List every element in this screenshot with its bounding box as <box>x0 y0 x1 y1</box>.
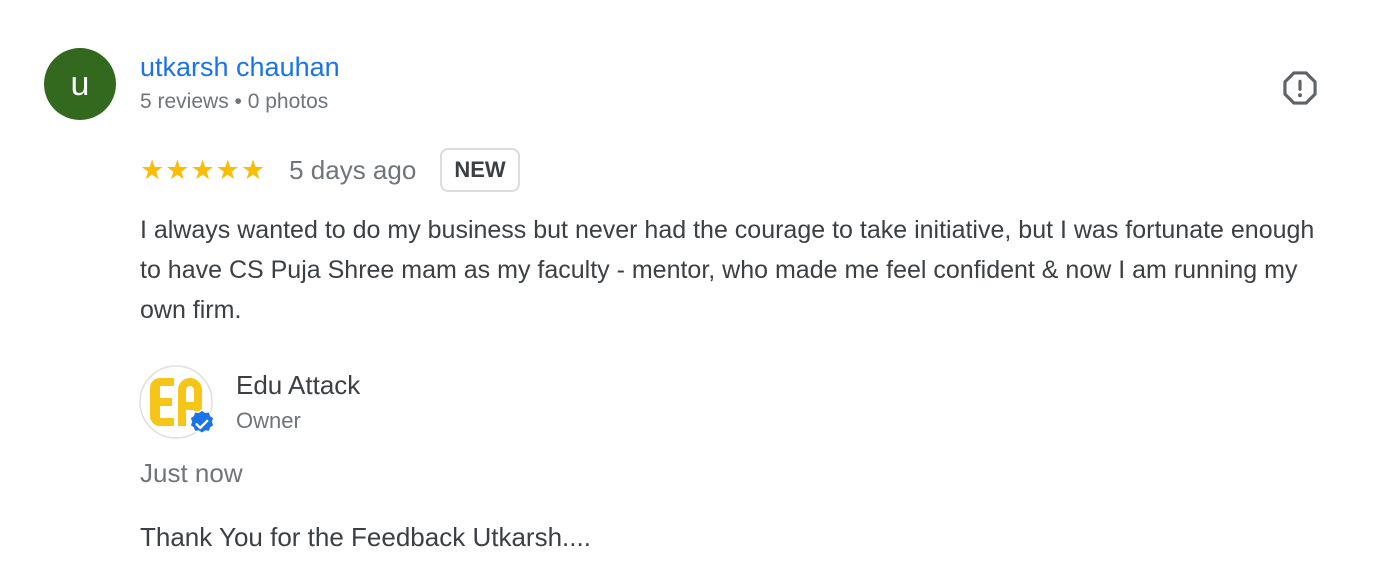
owner-role: Owner <box>236 408 301 433</box>
star-icon: ★ <box>240 154 266 185</box>
reviewer-meta: 5 reviews • 0 photos <box>140 90 329 113</box>
report-review-button[interactable] <box>1280 68 1320 108</box>
verified-check-icon <box>189 409 215 435</box>
ea-logo-icon <box>139 365 215 439</box>
owner-logo <box>138 364 215 440</box>
response-date: Just now <box>140 458 243 488</box>
rating-row: ★ ★ ★ ★ ★ 5 days ago NEW <box>140 146 520 194</box>
new-badge: NEW <box>440 148 520 192</box>
star-icon: ★ <box>190 154 215 185</box>
response-text: Thank You for the Feedback Utkarsh.... <box>140 522 591 552</box>
star-icon: ★ <box>215 154 240 185</box>
star-rating: ★ ★ ★ ★ ★ <box>140 154 266 185</box>
star-icon: ★ <box>165 154 190 185</box>
star-icon: ★ <box>140 154 165 185</box>
reviewer-initial: u <box>70 65 90 103</box>
report-icon <box>1283 71 1317 105</box>
owner-name: Edu Attack <box>236 370 361 400</box>
reviewer-name-link[interactable]: utkarsh chauhan <box>140 52 340 83</box>
reviewer-avatar[interactable]: u <box>44 48 116 120</box>
review-text: I always wanted to do my business but ne… <box>140 216 1315 324</box>
review-date: 5 days ago <box>289 154 417 185</box>
